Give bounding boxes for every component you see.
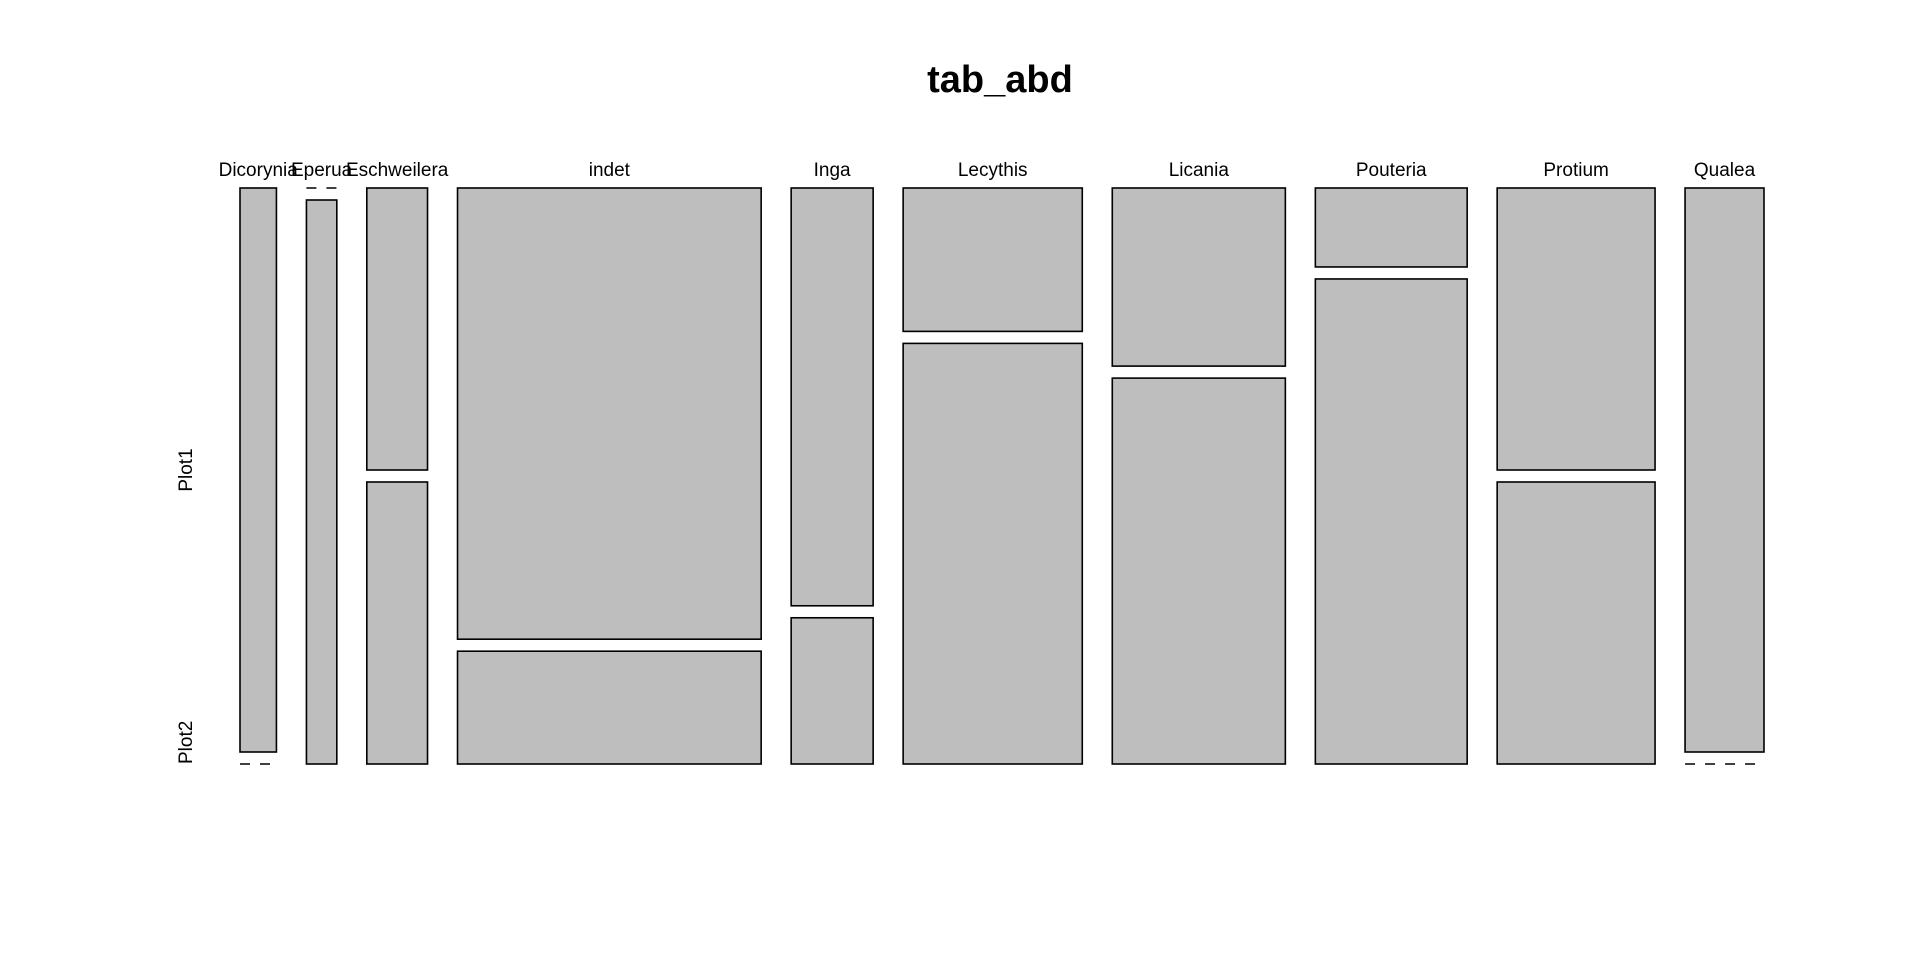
tile-indet-plot2: [456, 650, 762, 765]
column-labels: DicoryniaEperuaEschweilera indet Inga Lecyt…: [219, 160, 1756, 181]
col-label-licania: Licania: [1169, 160, 1230, 181]
row-label-plot1: Plot1: [176, 448, 197, 491]
chart-title: tab_abd: [927, 59, 1073, 101]
col-label-lecythis: Lecythis: [958, 160, 1028, 181]
mosaic-chart: tab_abd DicoryniaEperuaEschweilera indet I…: [176, 59, 1765, 765]
col-label-eperua: Eperua: [291, 160, 353, 181]
tile-protium-plot2: [1496, 481, 1656, 765]
tile-eschweilera-plot1: [365, 187, 429, 471]
tile-lecythis-plot2: [902, 342, 1084, 765]
tile-indet-plot1: [456, 187, 762, 641]
tile-qualea-plot1: [1684, 187, 1765, 753]
tile-eschweilera-plot2: [365, 481, 429, 765]
tile-dicorynia-plot1: [239, 187, 278, 753]
tile-protium-plot1: [1496, 187, 1656, 471]
tile-eperua-plot2: [305, 199, 338, 765]
tile-pouteria-plot2: [1314, 278, 1468, 765]
row-label-plot2: Plot2: [176, 721, 197, 764]
col-label-indet: indet: [589, 160, 631, 181]
tile-inga-plot2: [790, 616, 874, 765]
tile-inga-plot1: [790, 187, 874, 607]
mosaic-tiles: [239, 187, 1765, 765]
col-label-qualea: Qualea: [1694, 160, 1756, 181]
tile-licania-plot2: [1111, 377, 1287, 765]
col-label-dicorynia: Dicorynia: [219, 160, 299, 181]
tile-pouteria-plot1: [1314, 187, 1468, 268]
col-label-pouteria: Pouteria: [1356, 160, 1427, 181]
col-label-eschweilera: Eschweilera: [346, 160, 449, 181]
row-labels: Plot1 Plot2: [176, 448, 197, 764]
tile-licania-plot1: [1111, 187, 1287, 367]
col-label-protium: Protium: [1543, 160, 1608, 181]
col-label-inga: Inga: [814, 160, 851, 181]
tile-lecythis-plot1: [902, 187, 1084, 333]
